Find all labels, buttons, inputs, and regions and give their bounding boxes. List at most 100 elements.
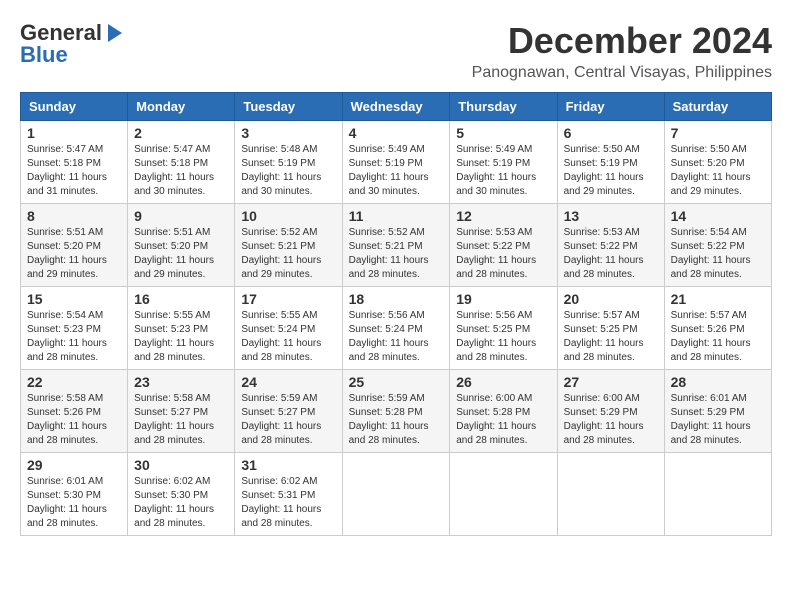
day-info: Sunrise: 6:00 AM Sunset: 5:28 PM Dayligh… bbox=[456, 392, 550, 448]
day-number: 17 bbox=[241, 291, 335, 307]
month-title: December 2024 bbox=[472, 20, 772, 62]
day-info: Sunrise: 5:50 AM Sunset: 5:20 PM Dayligh… bbox=[671, 143, 765, 199]
calendar-cell: 15 Sunrise: 5:54 AM Sunset: 5:23 PM Dayl… bbox=[21, 287, 128, 370]
logo-icon bbox=[104, 22, 126, 44]
calendar-cell: 5 Sunrise: 5:49 AM Sunset: 5:19 PM Dayli… bbox=[450, 121, 557, 204]
calendar-week-4: 22 Sunrise: 5:58 AM Sunset: 5:26 PM Dayl… bbox=[21, 370, 772, 453]
calendar-cell: 30 Sunrise: 6:02 AM Sunset: 5:30 PM Dayl… bbox=[128, 453, 235, 536]
col-tuesday: Tuesday bbox=[235, 93, 342, 121]
calendar-cell: 24 Sunrise: 5:59 AM Sunset: 5:27 PM Dayl… bbox=[235, 370, 342, 453]
calendar-cell: 17 Sunrise: 5:55 AM Sunset: 5:24 PM Dayl… bbox=[235, 287, 342, 370]
day-info: Sunrise: 5:48 AM Sunset: 5:19 PM Dayligh… bbox=[241, 143, 335, 199]
calendar-cell: 7 Sunrise: 5:50 AM Sunset: 5:20 PM Dayli… bbox=[664, 121, 771, 204]
calendar-cell: 12 Sunrise: 5:53 AM Sunset: 5:22 PM Dayl… bbox=[450, 204, 557, 287]
day-info: Sunrise: 5:50 AM Sunset: 5:19 PM Dayligh… bbox=[564, 143, 658, 199]
calendar-cell: 19 Sunrise: 5:56 AM Sunset: 5:25 PM Dayl… bbox=[450, 287, 557, 370]
col-friday: Friday bbox=[557, 93, 664, 121]
day-number: 13 bbox=[564, 208, 658, 224]
calendar-cell: 21 Sunrise: 5:57 AM Sunset: 5:26 PM Dayl… bbox=[664, 287, 771, 370]
day-number: 11 bbox=[349, 208, 444, 224]
day-number: 2 bbox=[134, 125, 228, 141]
day-info: Sunrise: 5:49 AM Sunset: 5:19 PM Dayligh… bbox=[349, 143, 444, 199]
day-number: 30 bbox=[134, 457, 228, 473]
day-info: Sunrise: 5:52 AM Sunset: 5:21 PM Dayligh… bbox=[349, 226, 444, 282]
day-info: Sunrise: 5:55 AM Sunset: 5:24 PM Dayligh… bbox=[241, 309, 335, 365]
day-info: Sunrise: 6:02 AM Sunset: 5:30 PM Dayligh… bbox=[134, 475, 228, 531]
calendar-cell: 13 Sunrise: 5:53 AM Sunset: 5:22 PM Dayl… bbox=[557, 204, 664, 287]
calendar-cell: 1 Sunrise: 5:47 AM Sunset: 5:18 PM Dayli… bbox=[21, 121, 128, 204]
calendar-cell bbox=[342, 453, 450, 536]
logo: General Blue bbox=[20, 20, 126, 68]
calendar-cell: 8 Sunrise: 5:51 AM Sunset: 5:20 PM Dayli… bbox=[21, 204, 128, 287]
day-info: Sunrise: 5:47 AM Sunset: 5:18 PM Dayligh… bbox=[27, 143, 121, 199]
day-number: 29 bbox=[27, 457, 121, 473]
day-number: 1 bbox=[27, 125, 121, 141]
calendar-cell bbox=[557, 453, 664, 536]
day-info: Sunrise: 6:00 AM Sunset: 5:29 PM Dayligh… bbox=[564, 392, 658, 448]
day-info: Sunrise: 6:01 AM Sunset: 5:30 PM Dayligh… bbox=[27, 475, 121, 531]
calendar-cell: 22 Sunrise: 5:58 AM Sunset: 5:26 PM Dayl… bbox=[21, 370, 128, 453]
calendar-cell: 20 Sunrise: 5:57 AM Sunset: 5:25 PM Dayl… bbox=[557, 287, 664, 370]
calendar-header-row: Sunday Monday Tuesday Wednesday Thursday… bbox=[21, 93, 772, 121]
day-info: Sunrise: 5:56 AM Sunset: 5:24 PM Dayligh… bbox=[349, 309, 444, 365]
day-info: Sunrise: 5:59 AM Sunset: 5:28 PM Dayligh… bbox=[349, 392, 444, 448]
day-info: Sunrise: 5:52 AM Sunset: 5:21 PM Dayligh… bbox=[241, 226, 335, 282]
calendar-cell bbox=[450, 453, 557, 536]
day-info: Sunrise: 5:57 AM Sunset: 5:26 PM Dayligh… bbox=[671, 309, 765, 365]
day-info: Sunrise: 5:59 AM Sunset: 5:27 PM Dayligh… bbox=[241, 392, 335, 448]
calendar-table: Sunday Monday Tuesday Wednesday Thursday… bbox=[20, 92, 772, 536]
day-number: 23 bbox=[134, 374, 228, 390]
day-info: Sunrise: 5:49 AM Sunset: 5:19 PM Dayligh… bbox=[456, 143, 550, 199]
day-info: Sunrise: 5:58 AM Sunset: 5:27 PM Dayligh… bbox=[134, 392, 228, 448]
day-number: 3 bbox=[241, 125, 335, 141]
calendar-cell: 3 Sunrise: 5:48 AM Sunset: 5:19 PM Dayli… bbox=[235, 121, 342, 204]
day-number: 10 bbox=[241, 208, 335, 224]
day-number: 8 bbox=[27, 208, 121, 224]
col-saturday: Saturday bbox=[664, 93, 771, 121]
calendar-cell bbox=[664, 453, 771, 536]
day-number: 5 bbox=[456, 125, 550, 141]
day-number: 25 bbox=[349, 374, 444, 390]
calendar-cell: 6 Sunrise: 5:50 AM Sunset: 5:19 PM Dayli… bbox=[557, 121, 664, 204]
day-number: 22 bbox=[27, 374, 121, 390]
col-thursday: Thursday bbox=[450, 93, 557, 121]
day-number: 28 bbox=[671, 374, 765, 390]
day-number: 31 bbox=[241, 457, 335, 473]
col-wednesday: Wednesday bbox=[342, 93, 450, 121]
day-info: Sunrise: 5:51 AM Sunset: 5:20 PM Dayligh… bbox=[27, 226, 121, 282]
day-number: 9 bbox=[134, 208, 228, 224]
day-number: 19 bbox=[456, 291, 550, 307]
calendar-week-2: 8 Sunrise: 5:51 AM Sunset: 5:20 PM Dayli… bbox=[21, 204, 772, 287]
day-info: Sunrise: 6:02 AM Sunset: 5:31 PM Dayligh… bbox=[241, 475, 335, 531]
day-info: Sunrise: 6:01 AM Sunset: 5:29 PM Dayligh… bbox=[671, 392, 765, 448]
day-number: 7 bbox=[671, 125, 765, 141]
logo-blue: Blue bbox=[20, 42, 68, 68]
calendar-cell: 14 Sunrise: 5:54 AM Sunset: 5:22 PM Dayl… bbox=[664, 204, 771, 287]
calendar-cell: 18 Sunrise: 5:56 AM Sunset: 5:24 PM Dayl… bbox=[342, 287, 450, 370]
calendar-cell: 16 Sunrise: 5:55 AM Sunset: 5:23 PM Dayl… bbox=[128, 287, 235, 370]
day-info: Sunrise: 5:54 AM Sunset: 5:22 PM Dayligh… bbox=[671, 226, 765, 282]
day-info: Sunrise: 5:51 AM Sunset: 5:20 PM Dayligh… bbox=[134, 226, 228, 282]
title-section: December 2024 Panognawan, Central Visaya… bbox=[472, 20, 772, 82]
day-info: Sunrise: 5:57 AM Sunset: 5:25 PM Dayligh… bbox=[564, 309, 658, 365]
day-number: 12 bbox=[456, 208, 550, 224]
day-info: Sunrise: 5:53 AM Sunset: 5:22 PM Dayligh… bbox=[564, 226, 658, 282]
calendar-cell: 25 Sunrise: 5:59 AM Sunset: 5:28 PM Dayl… bbox=[342, 370, 450, 453]
day-info: Sunrise: 5:47 AM Sunset: 5:18 PM Dayligh… bbox=[134, 143, 228, 199]
day-number: 24 bbox=[241, 374, 335, 390]
day-info: Sunrise: 5:54 AM Sunset: 5:23 PM Dayligh… bbox=[27, 309, 121, 365]
day-number: 20 bbox=[564, 291, 658, 307]
calendar-week-3: 15 Sunrise: 5:54 AM Sunset: 5:23 PM Dayl… bbox=[21, 287, 772, 370]
day-number: 27 bbox=[564, 374, 658, 390]
page-header: General Blue December 2024 Panognawan, C… bbox=[20, 20, 772, 82]
location-title: Panognawan, Central Visayas, Philippines bbox=[472, 64, 772, 82]
day-info: Sunrise: 5:55 AM Sunset: 5:23 PM Dayligh… bbox=[134, 309, 228, 365]
day-number: 16 bbox=[134, 291, 228, 307]
day-info: Sunrise: 5:58 AM Sunset: 5:26 PM Dayligh… bbox=[27, 392, 121, 448]
calendar-week-5: 29 Sunrise: 6:01 AM Sunset: 5:30 PM Dayl… bbox=[21, 453, 772, 536]
calendar-cell: 23 Sunrise: 5:58 AM Sunset: 5:27 PM Dayl… bbox=[128, 370, 235, 453]
calendar-cell: 31 Sunrise: 6:02 AM Sunset: 5:31 PM Dayl… bbox=[235, 453, 342, 536]
day-number: 21 bbox=[671, 291, 765, 307]
calendar-cell: 9 Sunrise: 5:51 AM Sunset: 5:20 PM Dayli… bbox=[128, 204, 235, 287]
day-number: 15 bbox=[27, 291, 121, 307]
